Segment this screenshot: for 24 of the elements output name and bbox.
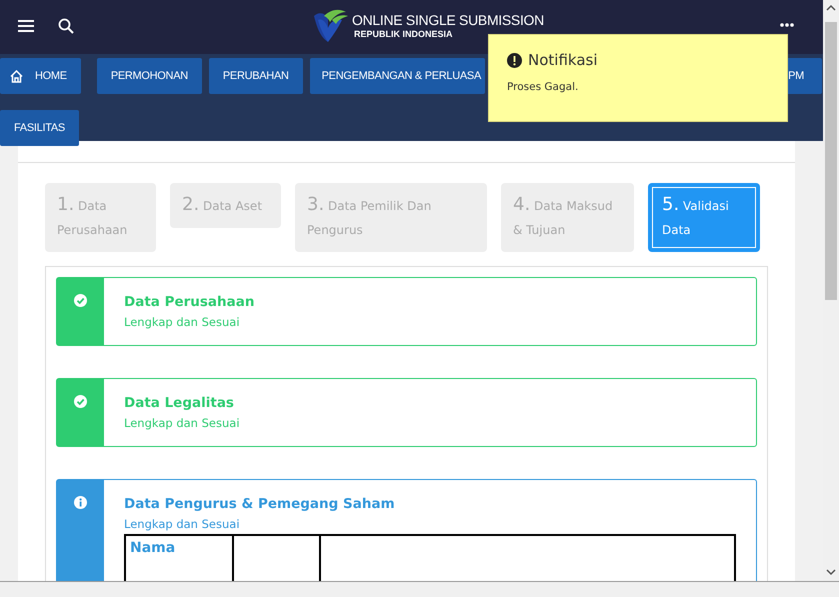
nav-button[interactable]: PERMOHONAN [96, 58, 202, 94]
nav-button[interactable]: PENGEMBANGAN & PERLUASA [310, 58, 485, 94]
nav-button[interactable]: HOME [0, 58, 81, 94]
notification-message: Proses Gagal. [507, 81, 580, 93]
menu-icon[interactable] [18, 19, 34, 33]
info-icon [74, 496, 87, 509]
more-icon[interactable] [780, 23, 794, 27]
nav-button[interactable]: PERUBAHAN [208, 58, 303, 94]
site-subtitle: REPUBLIK INDONESIA [354, 28, 454, 40]
section-status: Lengkap dan Sesuai [124, 415, 241, 432]
alert-icon [507, 52, 522, 68]
site-title: ONLINE SINGLE SUBMISSION [352, 12, 544, 28]
check-icon [74, 395, 87, 408]
section-status: Lengkap dan Sesuai [124, 516, 241, 533]
column-header: Nama [130, 540, 176, 556]
search-icon[interactable] [58, 18, 74, 34]
home-icon [10, 70, 23, 82]
notification-title: Notifikasi [528, 51, 598, 69]
check-icon [74, 294, 87, 307]
section-status: Lengkap dan Sesuai [124, 314, 241, 331]
section-title: Data Pengurus & Pemegang Saham [124, 495, 396, 514]
section-title: Data Legalitas [124, 394, 235, 413]
nav-button[interactable]: FASILITAS [0, 110, 79, 146]
section-title: Data Perusahaan [124, 293, 256, 312]
